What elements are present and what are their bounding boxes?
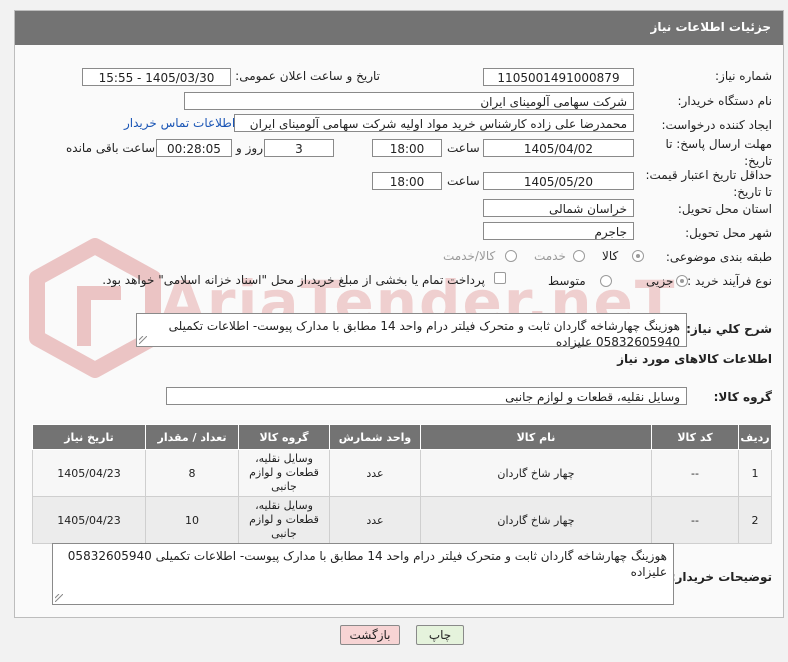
announce-value: 1405/03/30 - 15:55 [82, 68, 231, 86]
process-medium-radio[interactable] [600, 275, 612, 287]
cell-need-date: 1405/04/23 [32, 496, 146, 544]
process-medium-label: متوسط [548, 274, 586, 288]
cell-item-name: چهار شاخ گاردان [420, 496, 652, 544]
cell-quantity: 10 [145, 496, 239, 544]
cell-unit: عدد [329, 449, 421, 497]
cell-group: وسایل نقلیه، قطعات و لوازم جانبی [238, 449, 330, 497]
buyer-org-label: نام دستگاه خریدار: [677, 94, 773, 108]
category-service-label: خدمت [534, 249, 566, 263]
cell-unit: عدد [329, 496, 421, 544]
th-item-code: کد کالا [651, 424, 739, 450]
province-label: استان محل تحویل: [677, 202, 772, 216]
category-goods-service-radio[interactable] [505, 250, 517, 262]
table-row: 1 -- چهار شاخ گاردان عدد وسایل نقلیه، قط… [32, 449, 772, 497]
cell-item-code: -- [651, 496, 739, 544]
buyer-notes-label: توضیحات خریدار: [670, 570, 772, 584]
days-label: روز و [236, 141, 263, 155]
cell-quantity: 8 [145, 449, 239, 497]
city-value: جاجرم [483, 222, 634, 240]
description-textarea[interactable]: هوزینگ چهارشاخه گاردان ثابت و متحرک فیلت… [136, 313, 687, 349]
cell-item-name: چهار شاخ گاردان [420, 449, 652, 497]
validity-label-line2: تا تاریخ: [733, 185, 772, 199]
th-item-name: نام کالا [420, 424, 652, 450]
cell-row-number: 1 [738, 449, 772, 497]
reply-deadline-label-line1: مهلت ارسال پاسخ: تا [665, 137, 772, 151]
city-label: شهر محل تحویل: [685, 226, 772, 240]
th-quantity: تعداد / مقدار [145, 424, 239, 450]
category-goods-label: کالا [602, 249, 619, 263]
need-number-label: شماره نیاز: [715, 69, 772, 83]
announce-label: تاریخ و ساعت اعلان عمومی: [235, 69, 380, 83]
treasury-payment-note: پرداخت تمام یا بخشی از مبلغ خرید،از محل … [102, 273, 485, 287]
goods-group-label: گروه کالا: [713, 390, 772, 404]
category-service-radio[interactable] [573, 250, 585, 262]
need-number-value: 1105001491000879 [483, 68, 634, 86]
goods-group-value: وسایل نقلیه، قطعات و لوازم جانبی [166, 387, 687, 405]
panel-header: جزئیات اطلاعات نیاز [15, 11, 783, 45]
print-button[interactable]: چاپ [416, 625, 464, 645]
validity-hour-label: ساعت [447, 174, 480, 188]
category-goods-radio[interactable] [632, 250, 644, 262]
th-row-number: ردیف [738, 424, 772, 450]
cell-need-date: 1405/04/23 [32, 449, 146, 497]
resize-grip-icon[interactable] [55, 594, 63, 602]
page-title: جزئیات اطلاعات نیاز [650, 20, 771, 34]
buyer-notes-textarea[interactable]: هوزینگ چهارشاخه گاردان ثابت و متحرک فیلت… [52, 543, 674, 605]
resize-grip-icon[interactable] [139, 336, 147, 344]
cell-group: وسایل نقلیه، قطعات و لوازم جانبی [238, 496, 330, 544]
creator-value: محمدرضا علی زاده کارشناس خرید مواد اولیه… [234, 114, 634, 132]
treasury-payment-checkbox[interactable] [494, 272, 506, 284]
table-header-row: ردیف کد کالا نام کالا واحد شمارش گروه کا… [32, 424, 772, 450]
contact-buyer-link[interactable]: اطلاعات تماس خریدار [124, 116, 235, 130]
category-goods-service-label: کالا/خدمت [443, 249, 496, 263]
table-row: 2 -- چهار شاخ گاردان عدد وسایل نقلیه، قط… [32, 496, 772, 544]
cell-item-code: -- [651, 449, 739, 497]
validity-label-line1: حداقل تاریخ اعتبار قیمت: [645, 168, 772, 182]
th-need-date: تاریخ نیاز [32, 424, 146, 450]
reply-date: 1405/04/02 [483, 139, 634, 157]
description-label: شرح کلي نياز: [686, 322, 772, 336]
process-partial-label: جزیی [646, 274, 674, 288]
validity-time: 18:00 [372, 172, 442, 190]
th-group: گروه کالا [238, 424, 330, 450]
remaining-time: 00:28:05 [156, 139, 232, 157]
buyer-org-value: شرکت سهامی آلومینای ایران [184, 92, 634, 110]
reply-hour-label: ساعت [447, 141, 480, 155]
creator-label: ایجاد کننده درخواست: [661, 118, 772, 132]
process-label: نوع فرآیند خرید : [687, 274, 772, 288]
reply-deadline-label: مهلت ارسال پاسخ: تا تاریخ: [665, 136, 772, 170]
items-table: ردیف کد کالا نام کالا واحد شمارش گروه کا… [32, 424, 772, 544]
buyer-notes-text: هوزینگ چهارشاخه گاردان ثابت و متحرک فیلت… [67, 549, 667, 579]
goods-section-title: اطلاعات کالاهای مورد نیاز [617, 352, 772, 366]
process-partial-radio[interactable] [676, 275, 688, 287]
cell-row-number: 2 [738, 496, 772, 544]
province-value: خراسان شمالی [483, 199, 634, 217]
description-text: هوزینگ چهارشاخه گاردان ثابت و متحرک فیلت… [168, 319, 680, 349]
category-label: طبقه بندی موضوعی: [665, 250, 772, 264]
days-value: 3 [264, 139, 334, 157]
remaining-label: ساعت باقی مانده [66, 141, 156, 155]
th-unit: واحد شمارش [329, 424, 421, 450]
reply-time: 18:00 [372, 139, 442, 157]
validity-label: حداقل تاریخ اعتبار قیمت: تا تاریخ: [645, 167, 772, 201]
validity-date: 1405/05/20 [483, 172, 634, 190]
back-button[interactable]: بازگشت [340, 625, 400, 645]
